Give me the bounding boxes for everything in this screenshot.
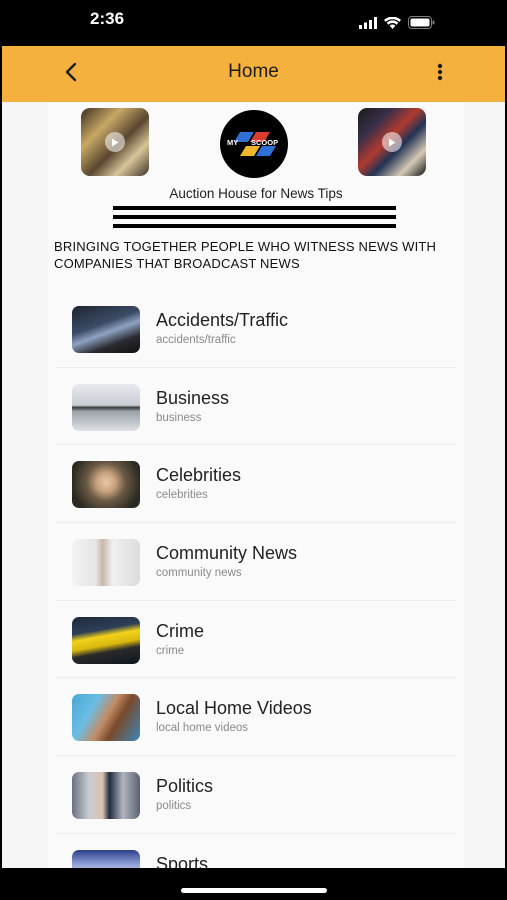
decorative-bars [113, 206, 396, 233]
category-item-celebrities[interactable]: Celebrities celebrities [56, 445, 456, 524]
hero-section: MY SCOOP [48, 108, 464, 180]
category-subtitle: politics [156, 800, 192, 813]
category-item-business[interactable]: Business business [56, 368, 456, 446]
category-subtitle: business [156, 411, 202, 424]
category-item-sports[interactable]: Sports [56, 834, 456, 868]
category-subtitle: crime [156, 644, 185, 657]
tagline: Auction House for News Tips [169, 186, 343, 201]
play-icon [382, 132, 402, 152]
category-thumbnail [72, 306, 140, 353]
category-subtitle: community news [156, 567, 242, 580]
home-indicator[interactable] [181, 888, 327, 893]
featured-video-thumbnail-left[interactable] [81, 108, 149, 176]
category-title: Sports [156, 853, 209, 868]
featured-video-thumbnail-right[interactable] [358, 108, 426, 176]
svg-text:SCOOP: SCOOP [251, 138, 278, 147]
category-item-accidents-traffic[interactable]: Accidents/Traffic accidents/traffic [56, 290, 456, 368]
category-item-crime[interactable]: Crime crime [56, 601, 456, 679]
category-thumbnail [72, 383, 140, 431]
category-subtitle: local home videos [156, 722, 249, 735]
app-logo: MY SCOOP [220, 110, 288, 178]
mission-statement: BRINGING TOGETHER PEOPLE WHO WITNESS NEW… [54, 239, 437, 271]
category-subtitle: celebrities [156, 489, 208, 502]
svg-text:MY: MY [227, 138, 238, 147]
category-item-politics[interactable]: Politics politics [56, 756, 456, 834]
more-vertical-icon [437, 63, 443, 86]
category-title: Local Home Videos [156, 698, 312, 719]
category-thumbnail [72, 539, 140, 587]
more-options-button[interactable] [430, 60, 450, 88]
category-title: Accidents/Traffic [156, 310, 289, 330]
category-title: Business [156, 387, 230, 408]
category-title: Celebrities [156, 465, 242, 486]
battery-icon [408, 16, 435, 34]
category-list: Accidents/Traffic accidents/traffic Busi… [56, 290, 456, 868]
wifi-icon [384, 16, 401, 34]
category-thumbnail [72, 694, 140, 742]
status-bar: 2:36 [0, 0, 507, 46]
cellular-signal-icon [359, 16, 377, 34]
category-title: Community News [156, 543, 298, 564]
status-time: 2:36 [90, 9, 125, 28]
category-item-local-home-videos[interactable]: Local Home Videos local home videos [56, 678, 456, 757]
content-column: MY SCOOP Auction House for News Tips BRI… [48, 102, 464, 868]
category-title: Politics [156, 776, 214, 797]
main-content[interactable]: MY SCOOP Auction House for News Tips BRI… [2, 102, 505, 868]
category-thumbnail [72, 772, 140, 820]
status-icons [359, 16, 435, 34]
play-icon [105, 132, 125, 152]
category-item-community-news[interactable]: Community News community news [56, 523, 456, 601]
app-bar: Home [2, 46, 505, 102]
home-indicator-bar [0, 868, 507, 900]
category-subtitle: accidents/traffic [156, 334, 236, 346]
category-title: Crime [156, 620, 204, 641]
myscoop-logo-icon: MY SCOOP [227, 132, 278, 156]
category-thumbnail [72, 461, 140, 509]
category-thumbnail [72, 616, 140, 664]
category-thumbnail [72, 849, 140, 868]
